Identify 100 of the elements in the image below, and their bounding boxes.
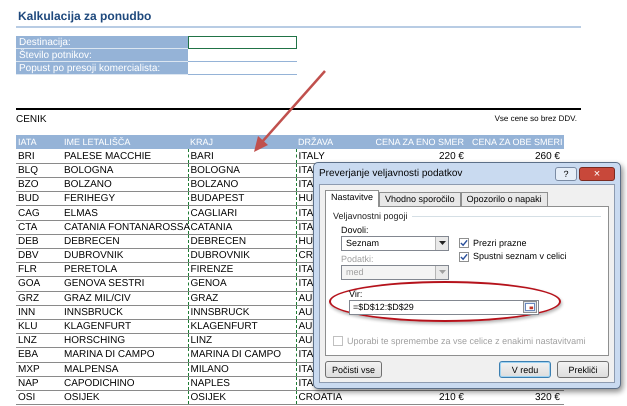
table-cell: DEBRECEN xyxy=(64,236,120,247)
help-button[interactable]: ? xyxy=(555,166,577,180)
table-cell: DBV xyxy=(18,250,39,262)
checkbox-label: Uporabi te spremembe za vse celice z enakimi nastavitvami xyxy=(347,336,586,346)
note-text: Vse cene so brez DDV. xyxy=(494,114,578,125)
table-cell: LNZ xyxy=(18,335,37,346)
tab[interactable]: Nastavitve xyxy=(325,190,380,207)
checkbox-label: Spustni seznam v celici xyxy=(473,251,567,262)
table-cell: DUBROVNIK xyxy=(190,250,250,262)
form-label: Popust po presoji komercialista: xyxy=(16,62,188,75)
table-cell: DEB xyxy=(18,236,39,247)
table-cell: ITA xyxy=(298,378,314,389)
table-cell: AU xyxy=(298,335,312,346)
table-cell: INN xyxy=(18,306,36,318)
column-header: CENA ZA OBE SMERI xyxy=(472,135,564,150)
table-cell: CROATIA xyxy=(298,392,342,403)
field-label: Dovoli: xyxy=(341,224,370,236)
sheet-title: Kalkulacija za ponudbo xyxy=(16,8,581,28)
table-cell: ELMAS xyxy=(64,208,98,219)
column-header: KRAJ xyxy=(188,135,296,150)
table-cell: 210 € xyxy=(438,392,464,403)
table-cell: GRAZ xyxy=(190,292,218,304)
table-cell: ITA xyxy=(298,222,314,233)
button[interactable]: Prekliči xyxy=(557,361,609,378)
button[interactable]: Počisti vse xyxy=(325,361,382,378)
table-cell: BRI xyxy=(18,150,35,162)
table-cell: NAP xyxy=(18,378,39,389)
table-cell: BZO xyxy=(18,179,39,190)
table-cell: MILANO xyxy=(190,364,229,375)
table-cell: MARINA DI CAMPO xyxy=(64,349,155,360)
table-cell: OSI xyxy=(18,392,36,403)
table-cell: BOLOGNA xyxy=(64,164,114,176)
column-header: IATA xyxy=(16,135,64,150)
table-cell: ITA xyxy=(298,364,314,375)
field-label: Vir: xyxy=(349,288,364,300)
form-label: Destinacija: xyxy=(16,36,188,49)
table-cell: GENOA xyxy=(190,278,227,290)
table-cell: GOA xyxy=(18,278,40,290)
table-cell: HU xyxy=(298,193,313,204)
table-cell: BOLZANO xyxy=(64,179,112,190)
table-cell: MARINA DI CAMPO xyxy=(190,349,282,360)
table-cell: BUD xyxy=(18,193,40,204)
table-cell: GRAZ MIL/CIV xyxy=(64,292,131,304)
close-button[interactable]: × xyxy=(579,166,615,180)
caret-icon xyxy=(438,241,446,246)
table-cell: 260 € xyxy=(534,150,560,162)
table-cell: PERETOLA xyxy=(64,264,118,276)
checkbox-label: Prezri prazne xyxy=(473,238,527,248)
table-cell: BARI xyxy=(190,150,214,162)
table-cell: KLU xyxy=(18,321,38,332)
table-cell: INNSBRUCK xyxy=(64,306,123,318)
dialog-title: Preverjanje veljavnosti podatkov xyxy=(319,168,462,180)
table-cell: CTA xyxy=(18,222,38,233)
caret-icon xyxy=(438,270,446,274)
table-cell: ITA xyxy=(298,278,314,290)
column-header: DRŽAVA xyxy=(296,135,374,150)
form-label: Število potnikov: xyxy=(16,49,188,62)
group-title: Veljavnostni pogoji xyxy=(333,210,408,222)
table-cell: OSIJEK xyxy=(64,392,100,403)
table-cell: LINZ xyxy=(190,335,212,346)
table-cell: GRZ xyxy=(18,292,40,304)
table-cell: HORSCHING xyxy=(64,335,126,346)
table-cell: FERIHEGY xyxy=(64,193,116,204)
table-cell: MXP xyxy=(18,364,40,375)
table-cell: ITA xyxy=(298,264,314,276)
table-cell: PALESE MACCHIE xyxy=(64,150,152,162)
table-cell: CAG xyxy=(18,208,40,219)
tab[interactable]: Opozorilo o napaki xyxy=(460,192,548,206)
column-header: CENA ZA ENO SMER xyxy=(374,135,472,150)
source-field[interactable]: =$D$12:$D$29 xyxy=(349,300,539,315)
table-cell: ITALY xyxy=(298,150,325,162)
table-cell: HU xyxy=(298,236,313,247)
table-cell: BUDAPEST xyxy=(190,193,244,204)
table-cell: EBA xyxy=(18,349,38,360)
table-cell: ITA xyxy=(298,179,314,190)
table-cell: DUBROVNIK xyxy=(64,250,124,262)
table-cell: NAPLES xyxy=(190,378,230,389)
table-cell: KLAGENFURT xyxy=(64,321,132,332)
tab[interactable]: Vhodno sporočilo xyxy=(379,192,461,206)
field-label: Podatki: xyxy=(341,254,375,265)
table-cell: DEBRECEN xyxy=(190,236,246,247)
dropdown[interactable]: Seznam xyxy=(341,236,449,251)
table-cell: BOLZANO xyxy=(190,179,238,190)
checkbox[interactable] xyxy=(459,252,469,262)
table-cell: ITA xyxy=(298,208,314,219)
table-cell: FLR xyxy=(18,264,37,276)
range-picker-button[interactable] xyxy=(523,301,537,314)
section-title: CENIK xyxy=(16,114,47,127)
table-cell: CAPODICHINO xyxy=(64,378,135,389)
checkbox[interactable] xyxy=(459,238,469,248)
table-cell: 320 € xyxy=(534,392,560,403)
table-cell: ITA xyxy=(298,349,314,360)
table-cell: AU xyxy=(298,321,312,332)
column-header: IME LETALIŠČA xyxy=(64,135,188,150)
button[interactable]: V redu xyxy=(499,361,551,378)
table-cell: CAGLIARI xyxy=(190,208,238,219)
input-cell[interactable] xyxy=(188,36,297,49)
table-cell: AU xyxy=(298,292,312,304)
table-cell: AU xyxy=(298,306,312,318)
table-cell: BLQ xyxy=(18,164,38,176)
